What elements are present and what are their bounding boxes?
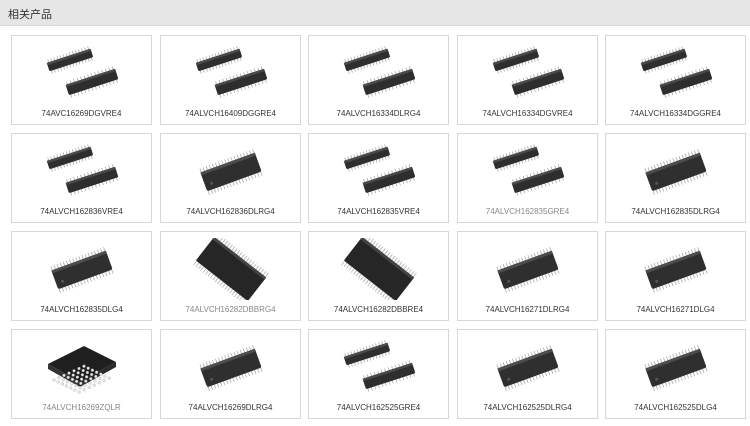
tssop-pair-icon [329,336,430,398]
product-name-link[interactable]: 74ALVCH16269ZQLR [12,403,151,412]
tssop-pair-icon [478,140,579,202]
ssop-chip-icon [181,336,282,398]
product-name-link[interactable]: 74ALVCH162835VRE4 [309,207,448,216]
tssop-pair-icon [329,42,430,104]
tssop-pair-icon [478,42,579,104]
product-name-link[interactable]: 74ALVCH16334DGVRE4 [458,109,597,118]
tsop-large-icon [181,238,282,300]
product-card[interactable]: 74ALVCH162835VRE4 [308,133,449,223]
ssop-chip-icon [478,238,579,300]
product-name-link[interactable]: 74ALVCH162836DLRG4 [161,207,300,216]
product-card[interactable]: 74ALVCH162836DLRG4 [160,133,301,223]
related-products-header: 相关产品 [0,0,750,26]
product-card[interactable]: 74ALVCH162525DLG4 [605,329,746,419]
product-name-link[interactable]: 74ALVCH162835DLRG4 [606,207,745,216]
tssop-pair-icon [329,140,430,202]
bga-chip-icon [32,336,133,398]
ssop-chip-icon [626,140,727,202]
product-card[interactable]: 74ALVCH16271DLRG4 [457,231,598,321]
product-name-link[interactable]: 74ALVCH162835DLG4 [12,305,151,314]
product-card[interactable]: 74ALVCH16269ZQLR [11,329,152,419]
product-card[interactable]: 74ALVCH16334DLRG4 [308,35,449,125]
product-card[interactable]: 74ALVCH16269DLRG4 [160,329,301,419]
product-card[interactable]: 74ALVCH16271DLG4 [605,231,746,321]
tssop-pair-icon [181,42,282,104]
ssop-chip-icon [626,336,727,398]
product-name-link[interactable]: 74ALVCH16282DBBRE4 [309,305,448,314]
product-card[interactable]: 74ALVCH162836VRE4 [11,133,152,223]
ssop-chip-icon [478,336,579,398]
ssop-chip-icon [32,238,133,300]
product-name-link[interactable]: 74ALVCH162835GRE4 [458,207,597,216]
product-name-link[interactable]: 74ALVCH162525DLRG4 [458,403,597,412]
product-card[interactable]: 74ALVCH16334DGGRE4 [605,35,746,125]
product-card[interactable]: 74ALVCH162835DLRG4 [605,133,746,223]
product-name-link[interactable]: 74ALVCH16409DGGRE4 [161,109,300,118]
product-name-link[interactable]: 74ALVCH16282DBBRG4 [161,305,300,314]
product-name-link[interactable]: 74ALVCH16334DLRG4 [309,109,448,118]
product-name-link[interactable]: 74ALVCH16269DLRG4 [161,403,300,412]
ssop-chip-icon [626,238,727,300]
ssop-chip-icon [181,140,282,202]
product-name-link[interactable]: 74ALVCH162525GRE4 [309,403,448,412]
product-card[interactable]: 74ALVCH16282DBBRE4 [308,231,449,321]
product-card[interactable]: 74ALVCH162525GRE4 [308,329,449,419]
product-card[interactable]: 74ALVCH16334DGVRE4 [457,35,598,125]
product-name-link[interactable]: 74ALVCH16271DLRG4 [458,305,597,314]
product-card[interactable]: 74ALVCH162525DLRG4 [457,329,598,419]
product-name-link[interactable]: 74AVC16269DGVRE4 [12,109,151,118]
product-name-link[interactable]: 74ALVCH16271DLG4 [606,305,745,314]
product-card[interactable]: 74ALVCH16282DBBRG4 [160,231,301,321]
section-title: 相关产品 [8,9,52,21]
tssop-pair-icon [32,140,133,202]
product-card[interactable]: 74ALVCH16409DGGRE4 [160,35,301,125]
product-name-link[interactable]: 74ALVCH16334DGGRE4 [606,109,745,118]
product-card[interactable]: 74ALVCH162835GRE4 [457,133,598,223]
product-card[interactable]: 74AVC16269DGVRE4 [11,35,152,125]
tssop-pair-icon [626,42,727,104]
product-name-link[interactable]: 74ALVCH162525DLG4 [606,403,745,412]
related-products-grid: 74AVC16269DGVRE4 74ALVCH16409DGGRE4 74ALVC… [11,35,750,426]
tssop-pair-icon [32,42,133,104]
product-card[interactable]: 74ALVCH162835DLG4 [11,231,152,321]
product-name-link[interactable]: 74ALVCH162836VRE4 [12,207,151,216]
tsop-large-icon [329,238,430,300]
